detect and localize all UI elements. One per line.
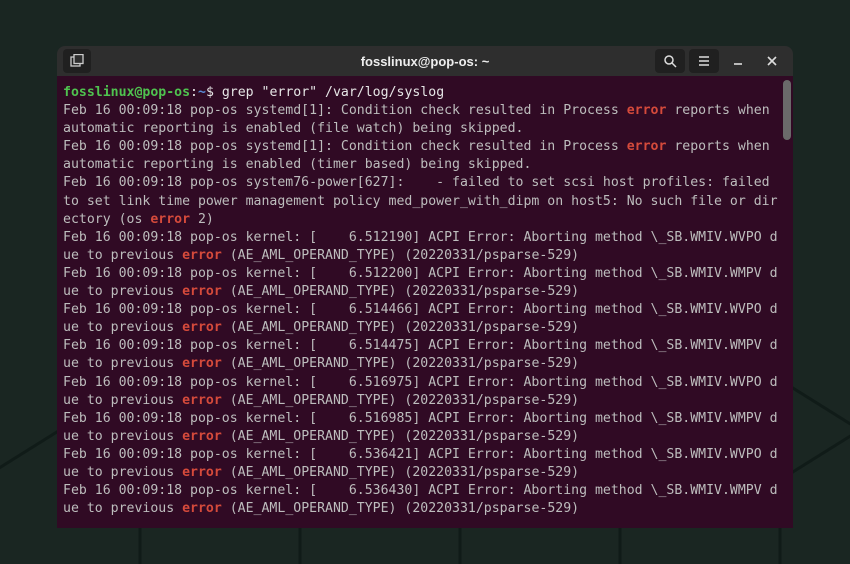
close-icon <box>766 55 778 67</box>
new-tab-button[interactable] <box>63 49 91 73</box>
window-titlebar[interactable]: fosslinux@pop-os: ~ <box>57 46 793 76</box>
scrollbar-thumb[interactable] <box>783 80 791 140</box>
terminal-body[interactable]: fosslinux@pop-os:~$ grep "error" /var/lo… <box>57 76 793 528</box>
minimize-button[interactable] <box>723 49 753 73</box>
search-icon <box>663 54 677 68</box>
menu-button[interactable] <box>689 49 719 73</box>
close-button[interactable] <box>757 49 787 73</box>
terminal-text-area[interactable]: fosslinux@pop-os:~$ grep "error" /var/lo… <box>57 76 793 526</box>
hamburger-icon <box>697 54 711 68</box>
new-tab-icon <box>70 54 84 68</box>
search-button[interactable] <box>655 49 685 73</box>
minimize-icon <box>731 54 745 68</box>
